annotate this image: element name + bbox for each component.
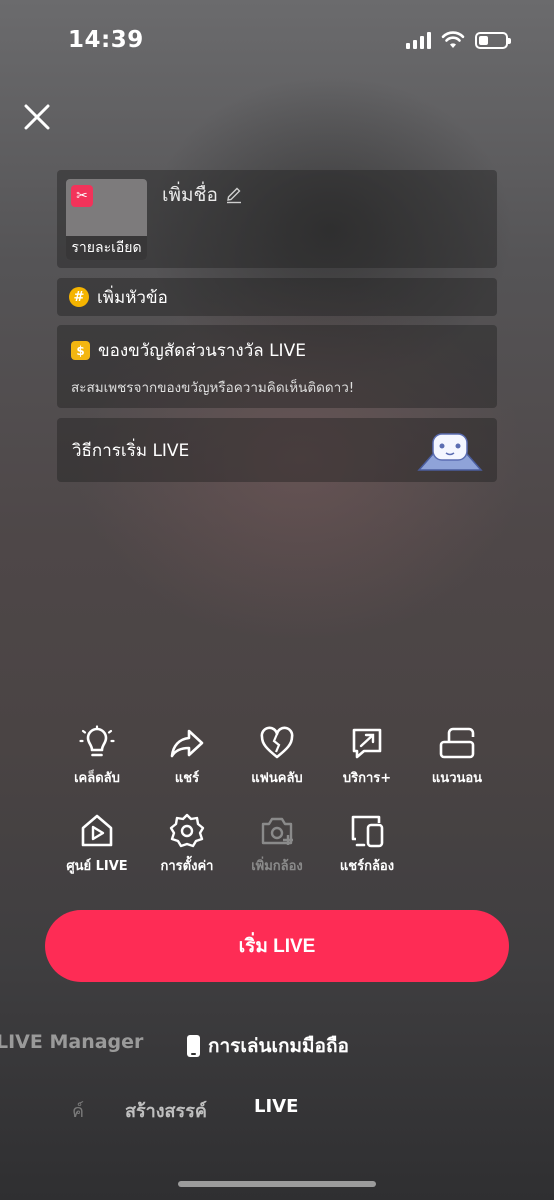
tool-label: บริการ+ — [342, 771, 392, 786]
tool-label: เพิ่มกล้อง — [251, 859, 303, 874]
gift-reward-card[interactable]: $ ของขวัญสัดส่วนรางวัล LIVE สะสมเพชรจากข… — [57, 325, 497, 408]
mobile-gaming-mode[interactable]: การเล่นเกมมือถือ — [187, 1031, 349, 1061]
coin-icon: $ — [71, 341, 90, 360]
scissors-icon: ✂ — [71, 185, 93, 207]
howto-label: วิธีการเริ่ม LIVE — [72, 440, 190, 461]
live-center-icon — [81, 814, 113, 847]
title-placeholder: เพิ่มชื่อ — [162, 184, 218, 206]
mobile-gaming-label: การเล่นเกมมือถือ — [208, 1035, 349, 1057]
fan-club-button[interactable]: แฟนคลับ — [232, 725, 322, 788]
bottom-tabs: ค์ สร้างสรรค์ LIVE — [0, 1094, 554, 1124]
close-icon[interactable] — [20, 100, 54, 134]
status-bar: 14:39 — [0, 0, 554, 80]
battery-icon — [475, 31, 511, 49]
status-time: 14:39 — [68, 27, 144, 53]
tab-live[interactable]: LIVE — [254, 1096, 298, 1117]
share-icon — [170, 729, 204, 758]
start-live-button[interactable]: เริ่ม LIVE — [45, 910, 509, 982]
share-camera-button[interactable]: แชร์กล้อง — [322, 813, 412, 876]
settings-gear-icon — [169, 813, 205, 848]
live-manager-mode[interactable]: LIVE Manager — [0, 1031, 143, 1053]
tool-label: ศูนย์ LIVE — [66, 859, 128, 874]
landscape-button[interactable]: แนวนอน — [412, 725, 502, 788]
services-button[interactable]: บริการ+ — [322, 725, 412, 788]
hashtag-icon: # — [69, 287, 89, 307]
heart-icon — [260, 726, 294, 759]
pencil-icon — [226, 187, 241, 204]
how-to-start-live-card[interactable]: วิธีการเริ่ม LIVE — [57, 418, 497, 482]
title-input[interactable]: เพิ่มชื่อ — [162, 180, 243, 210]
cover-image[interactable]: ✂ รายละเอียด — [66, 179, 147, 260]
live-mode-selector: LIVE Manager การเล่นเกมมือถือ — [0, 1027, 554, 1061]
tips-button[interactable]: เคล็ดลับ — [52, 725, 142, 788]
service-icon — [352, 728, 382, 759]
wifi-icon — [441, 31, 465, 48]
tool-label: แฟนคลับ — [251, 771, 303, 786]
cover-details-label: รายละเอียด — [66, 236, 147, 260]
home-indicator — [178, 1181, 376, 1187]
phone-icon — [187, 1035, 200, 1057]
settings-button[interactable]: การตั้งค่า — [142, 813, 232, 876]
share-camera-icon — [351, 815, 384, 848]
gift-title: ของขวัญสัดส่วนรางวัล LIVE — [98, 341, 306, 361]
lightbulb-icon — [79, 725, 115, 757]
add-topic-button[interactable]: # เพิ่มหัวข้อ — [57, 278, 497, 316]
live-center-button[interactable]: ศูนย์ LIVE — [52, 813, 142, 876]
tool-label: เคล็ดลับ — [74, 771, 120, 786]
title-card: ✂ รายละเอียด เพิ่มชื่อ — [57, 170, 497, 268]
tab-partial[interactable]: ค์ — [72, 1096, 88, 1125]
signal-icon — [406, 31, 431, 49]
status-icons — [406, 31, 511, 49]
add-camera-icon — [261, 817, 293, 845]
add-camera-button[interactable]: เพิ่มกล้อง — [232, 813, 322, 876]
live-manager-label: LIVE Manager — [0, 1031, 144, 1053]
topic-label: เพิ่มหัวข้อ — [97, 287, 168, 308]
tool-label: แนวนอน — [431, 771, 483, 786]
tool-label: แชร์ — [174, 771, 200, 786]
gift-subtitle: สะสมเพชรจากของขวัญหรือความคิดเห็นติดดาว! — [71, 380, 355, 396]
tool-label: การตั้งค่า — [160, 859, 214, 874]
tool-label: แชร์กล้อง — [339, 859, 395, 874]
landscape-icon — [439, 727, 475, 759]
share-button[interactable]: แชร์ — [142, 725, 232, 788]
tab-create[interactable]: สร้างสรรค์ — [125, 1096, 207, 1125]
game-controller-icon — [417, 433, 483, 471]
